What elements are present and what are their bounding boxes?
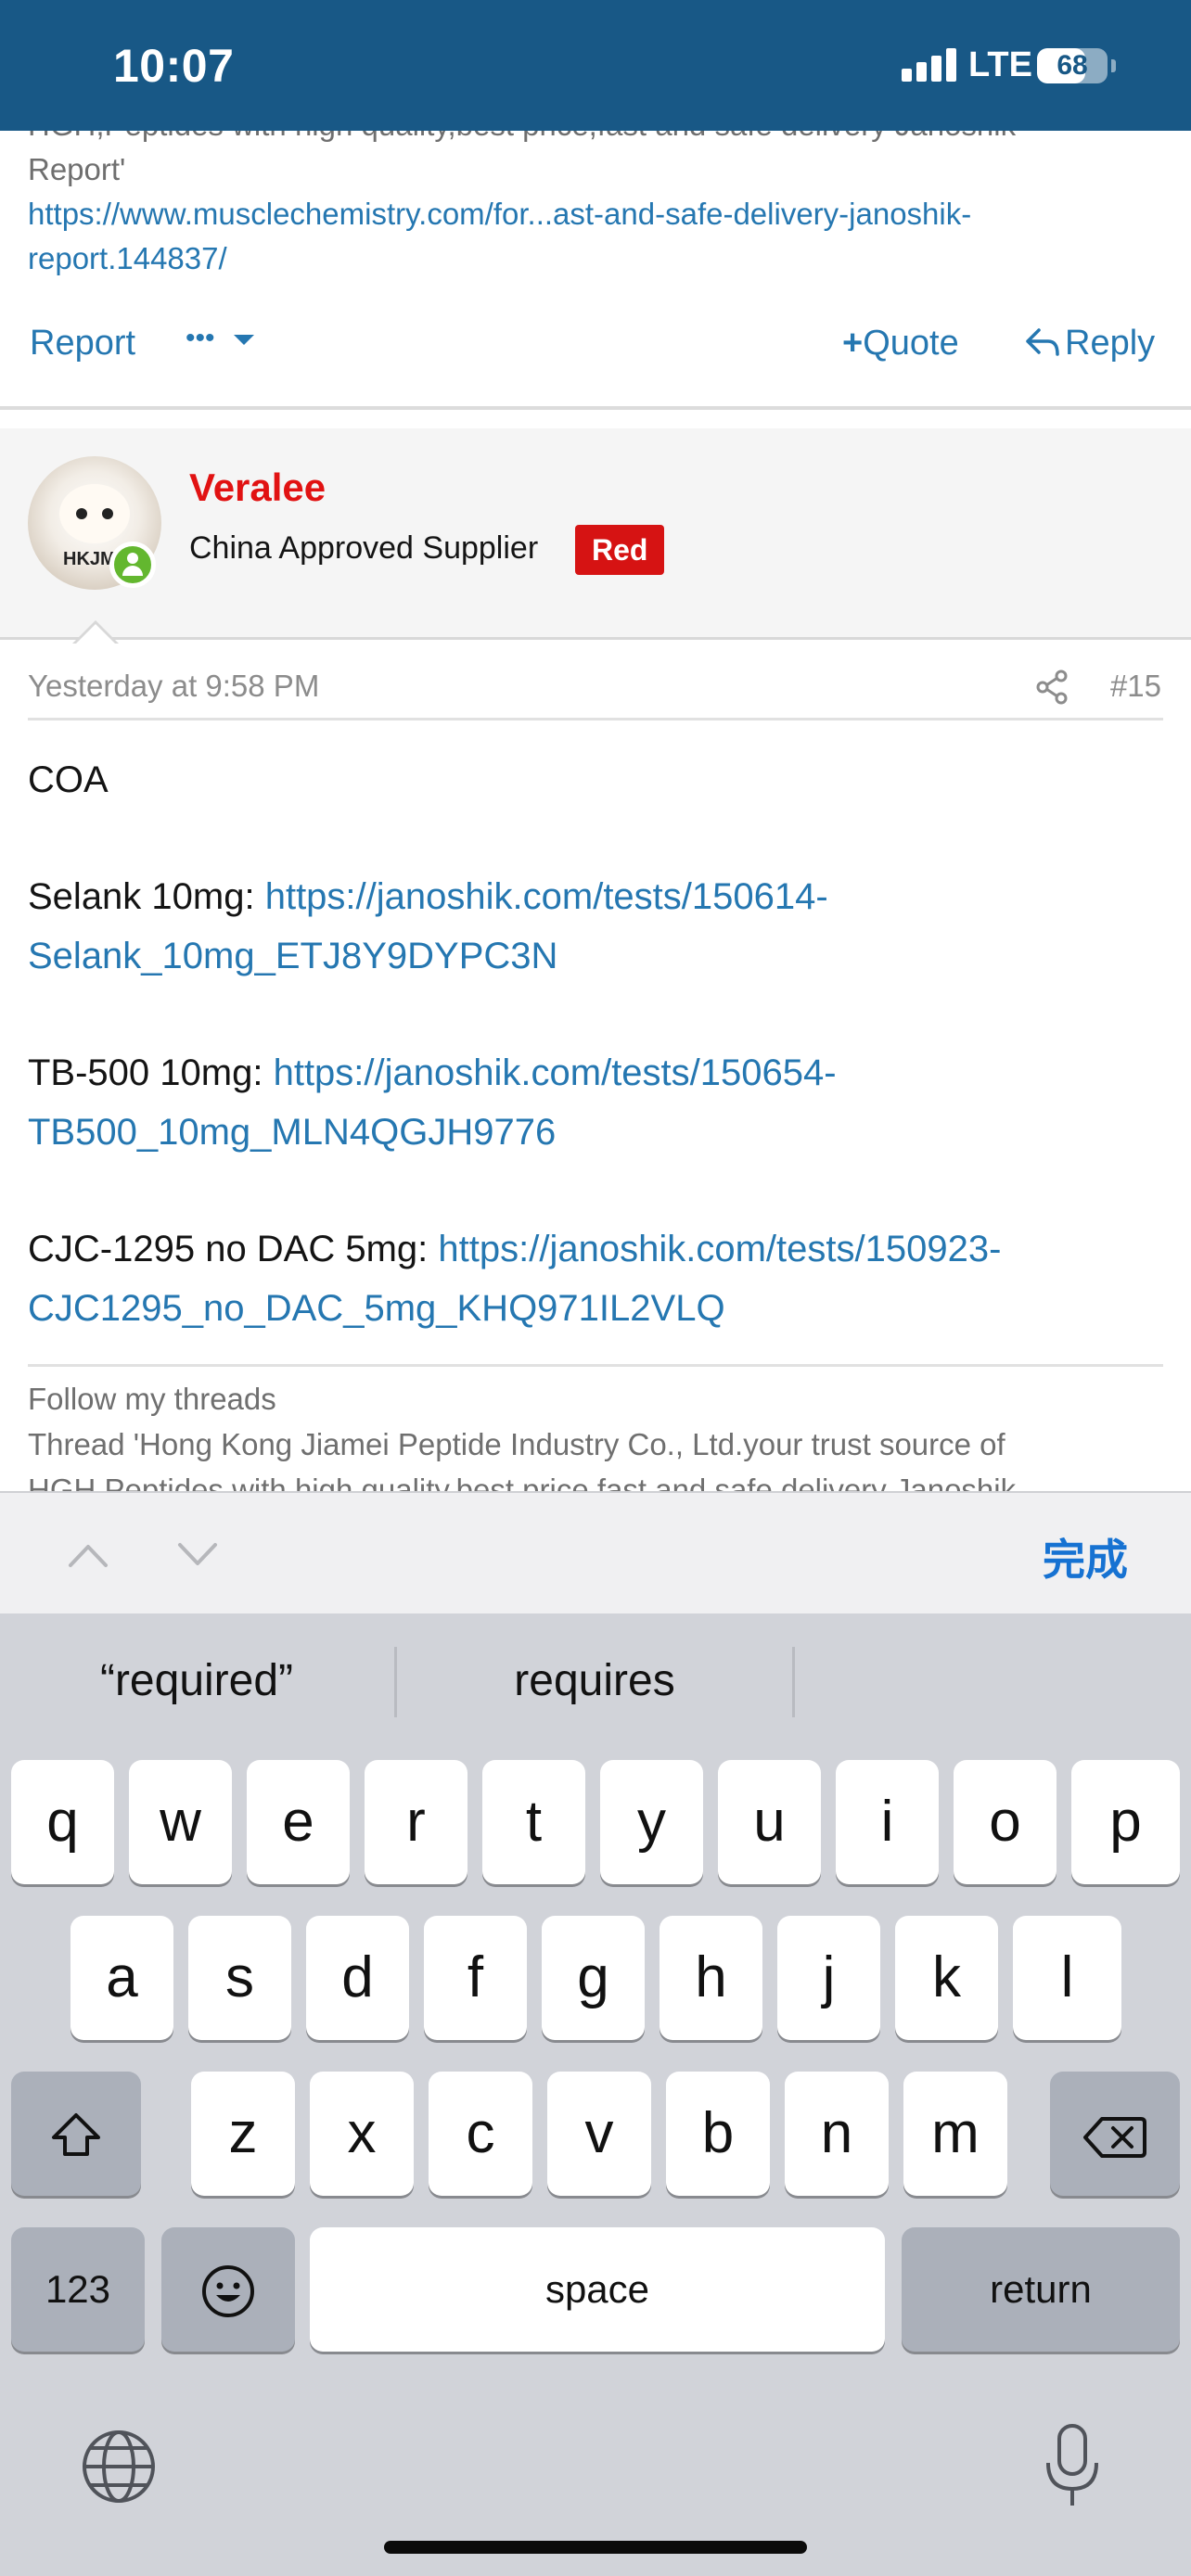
post-number[interactable]: #15 bbox=[1110, 669, 1161, 704]
key-m[interactable]: m bbox=[903, 2072, 1007, 2196]
plus-icon: + bbox=[842, 324, 864, 363]
post-actions: Report ••• +Quote Reply bbox=[0, 314, 1191, 389]
reply-icon bbox=[1026, 328, 1059, 356]
user-title: China Approved Supplier bbox=[189, 530, 539, 566]
shift-key[interactable] bbox=[11, 2072, 141, 2196]
suggestion[interactable] bbox=[796, 1649, 1191, 1714]
key-l[interactable]: l bbox=[1013, 1916, 1121, 2040]
suggestion[interactable]: “required” bbox=[0, 1649, 393, 1714]
done-button[interactable]: 完成 bbox=[1043, 1526, 1128, 1588]
key-u[interactable]: u bbox=[718, 1760, 821, 1884]
coa-item: CJC-1295 no DAC 5mg: https://janoshik.co… bbox=[28, 1219, 1169, 1338]
signal-bars-icon bbox=[902, 48, 957, 82]
key-h[interactable]: h bbox=[660, 1916, 762, 2040]
post-meta: Yesterday at 9:58 PM #15 bbox=[28, 669, 1163, 721]
keyboard: “required” requires q w e r t y u i o p … bbox=[0, 1613, 1191, 2576]
coa-item: Selank 10mg: https://janoshik.com/tests/… bbox=[28, 867, 1169, 986]
reply-button[interactable]: Reply bbox=[1024, 324, 1155, 363]
user-badge: Red bbox=[575, 525, 665, 575]
key-g[interactable]: g bbox=[542, 1916, 645, 2040]
suggestion-divider bbox=[792, 1647, 795, 1717]
key-o[interactable]: o bbox=[954, 1760, 1057, 1884]
previous-snippet-prefix: HGH,Peptides with high quality,best pric… bbox=[28, 131, 1169, 147]
key-x[interactable]: x bbox=[310, 2072, 414, 2196]
avatar-eye-right bbox=[102, 508, 113, 519]
key-e[interactable]: e bbox=[247, 1760, 350, 1884]
post-heading: COA bbox=[28, 759, 109, 800]
username[interactable]: Veralee bbox=[189, 465, 326, 510]
avatar-text: HKJM bbox=[63, 549, 116, 569]
previous-thread-link[interactable]: https://www.musclechemistry.com/for...as… bbox=[28, 192, 1169, 281]
thread-content[interactable]: HGH,Peptides with high quality,best pric… bbox=[0, 131, 1191, 1492]
backspace-icon bbox=[1083, 2117, 1146, 2158]
space-key[interactable]: space bbox=[310, 2227, 885, 2352]
battery-tip bbox=[1111, 59, 1116, 72]
signature-title: Follow my threads bbox=[28, 1382, 276, 1416]
post-user-header: HKJM Veralee China Approved Supplier Red bbox=[0, 428, 1191, 640]
key-y[interactable]: y bbox=[600, 1760, 703, 1884]
suggestion[interactable]: requires bbox=[397, 1649, 792, 1714]
avatar-eye-left bbox=[76, 508, 87, 519]
post-date[interactable]: Yesterday at 9:58 PM bbox=[28, 669, 319, 704]
share-icon[interactable] bbox=[1035, 669, 1069, 706]
battery-level: 68 bbox=[1057, 50, 1088, 81]
quote-label: Quote bbox=[863, 324, 959, 363]
status-time: 10:07 bbox=[113, 40, 235, 92]
user-header-pointer bbox=[72, 620, 119, 644]
key-b[interactable]: b bbox=[666, 2072, 770, 2196]
battery-icon: 68 bbox=[1037, 48, 1108, 83]
key-k[interactable]: k bbox=[895, 1916, 998, 2040]
suggestion-bar: “required” requires bbox=[0, 1613, 1191, 1753]
coa-label: Selank 10mg: bbox=[28, 876, 265, 917]
backspace-key[interactable] bbox=[1050, 2072, 1180, 2196]
globe-icon[interactable] bbox=[80, 2428, 158, 2506]
key-w[interactable]: w bbox=[129, 1760, 232, 1884]
signature-line[interactable]: HGH,Peptides with high quality,best pric… bbox=[28, 1467, 1163, 1492]
microphone-icon[interactable] bbox=[1043, 2422, 1102, 2511]
key-i[interactable]: i bbox=[836, 1760, 939, 1884]
post-signature: Follow my threads Thread 'Hong Kong Jiam… bbox=[28, 1364, 1163, 1492]
keyboard-accessory-bar: 完成 bbox=[0, 1491, 1191, 1613]
chevron-down-icon[interactable] bbox=[176, 1534, 219, 1576]
numbers-key[interactable]: 123 bbox=[11, 2227, 145, 2352]
key-n[interactable]: n bbox=[785, 2072, 889, 2196]
key-f[interactable]: f bbox=[424, 1916, 527, 2040]
report-link[interactable]: Report bbox=[30, 324, 135, 363]
chevron-up-icon[interactable] bbox=[67, 1534, 109, 1576]
post-body: COA Selank 10mg: https://janoshik.com/te… bbox=[28, 750, 1169, 1396]
coa-label: CJC-1295 no DAC 5mg: bbox=[28, 1229, 439, 1269]
online-status-icon bbox=[109, 542, 156, 588]
network-type: LTE bbox=[968, 45, 1032, 84]
key-s[interactable]: s bbox=[188, 1916, 291, 2040]
key-d[interactable]: d bbox=[306, 1916, 409, 2040]
key-q[interactable]: q bbox=[11, 1760, 114, 1884]
previous-snippet-report: Report' bbox=[28, 152, 126, 186]
post-separator bbox=[0, 406, 1191, 410]
key-r[interactable]: r bbox=[365, 1760, 467, 1884]
coa-item: TB-500 10mg: https://janoshik.com/tests/… bbox=[28, 1043, 1169, 1162]
key-j[interactable]: j bbox=[777, 1916, 880, 2040]
more-dots: ••• bbox=[186, 323, 215, 353]
key-a[interactable]: a bbox=[70, 1916, 173, 2040]
status-bar: 10:07 LTE 68 bbox=[0, 0, 1191, 131]
key-t[interactable]: t bbox=[482, 1760, 585, 1884]
home-indicator bbox=[384, 2541, 807, 2554]
chevron-down-icon bbox=[234, 335, 255, 345]
key-z[interactable]: z bbox=[191, 2072, 295, 2196]
return-key[interactable]: return bbox=[902, 2227, 1180, 2352]
reply-label: Reply bbox=[1065, 324, 1156, 363]
avatar-face bbox=[59, 484, 130, 543]
emoji-key[interactable] bbox=[161, 2227, 295, 2352]
quote-button[interactable]: +Quote bbox=[842, 324, 959, 363]
key-v[interactable]: v bbox=[547, 2072, 651, 2196]
key-c[interactable]: c bbox=[429, 2072, 532, 2196]
more-options-button[interactable]: ••• bbox=[186, 320, 256, 360]
previous-post-signature: HGH,Peptides with high quality,best pric… bbox=[28, 131, 1169, 281]
emoji-icon bbox=[202, 2265, 254, 2317]
key-p[interactable]: p bbox=[1071, 1760, 1180, 1884]
signature-line[interactable]: Thread 'Hong Kong Jiamei Peptide Industr… bbox=[28, 1422, 1163, 1467]
coa-label: TB-500 10mg: bbox=[28, 1052, 274, 1093]
shift-icon bbox=[52, 2113, 100, 2156]
